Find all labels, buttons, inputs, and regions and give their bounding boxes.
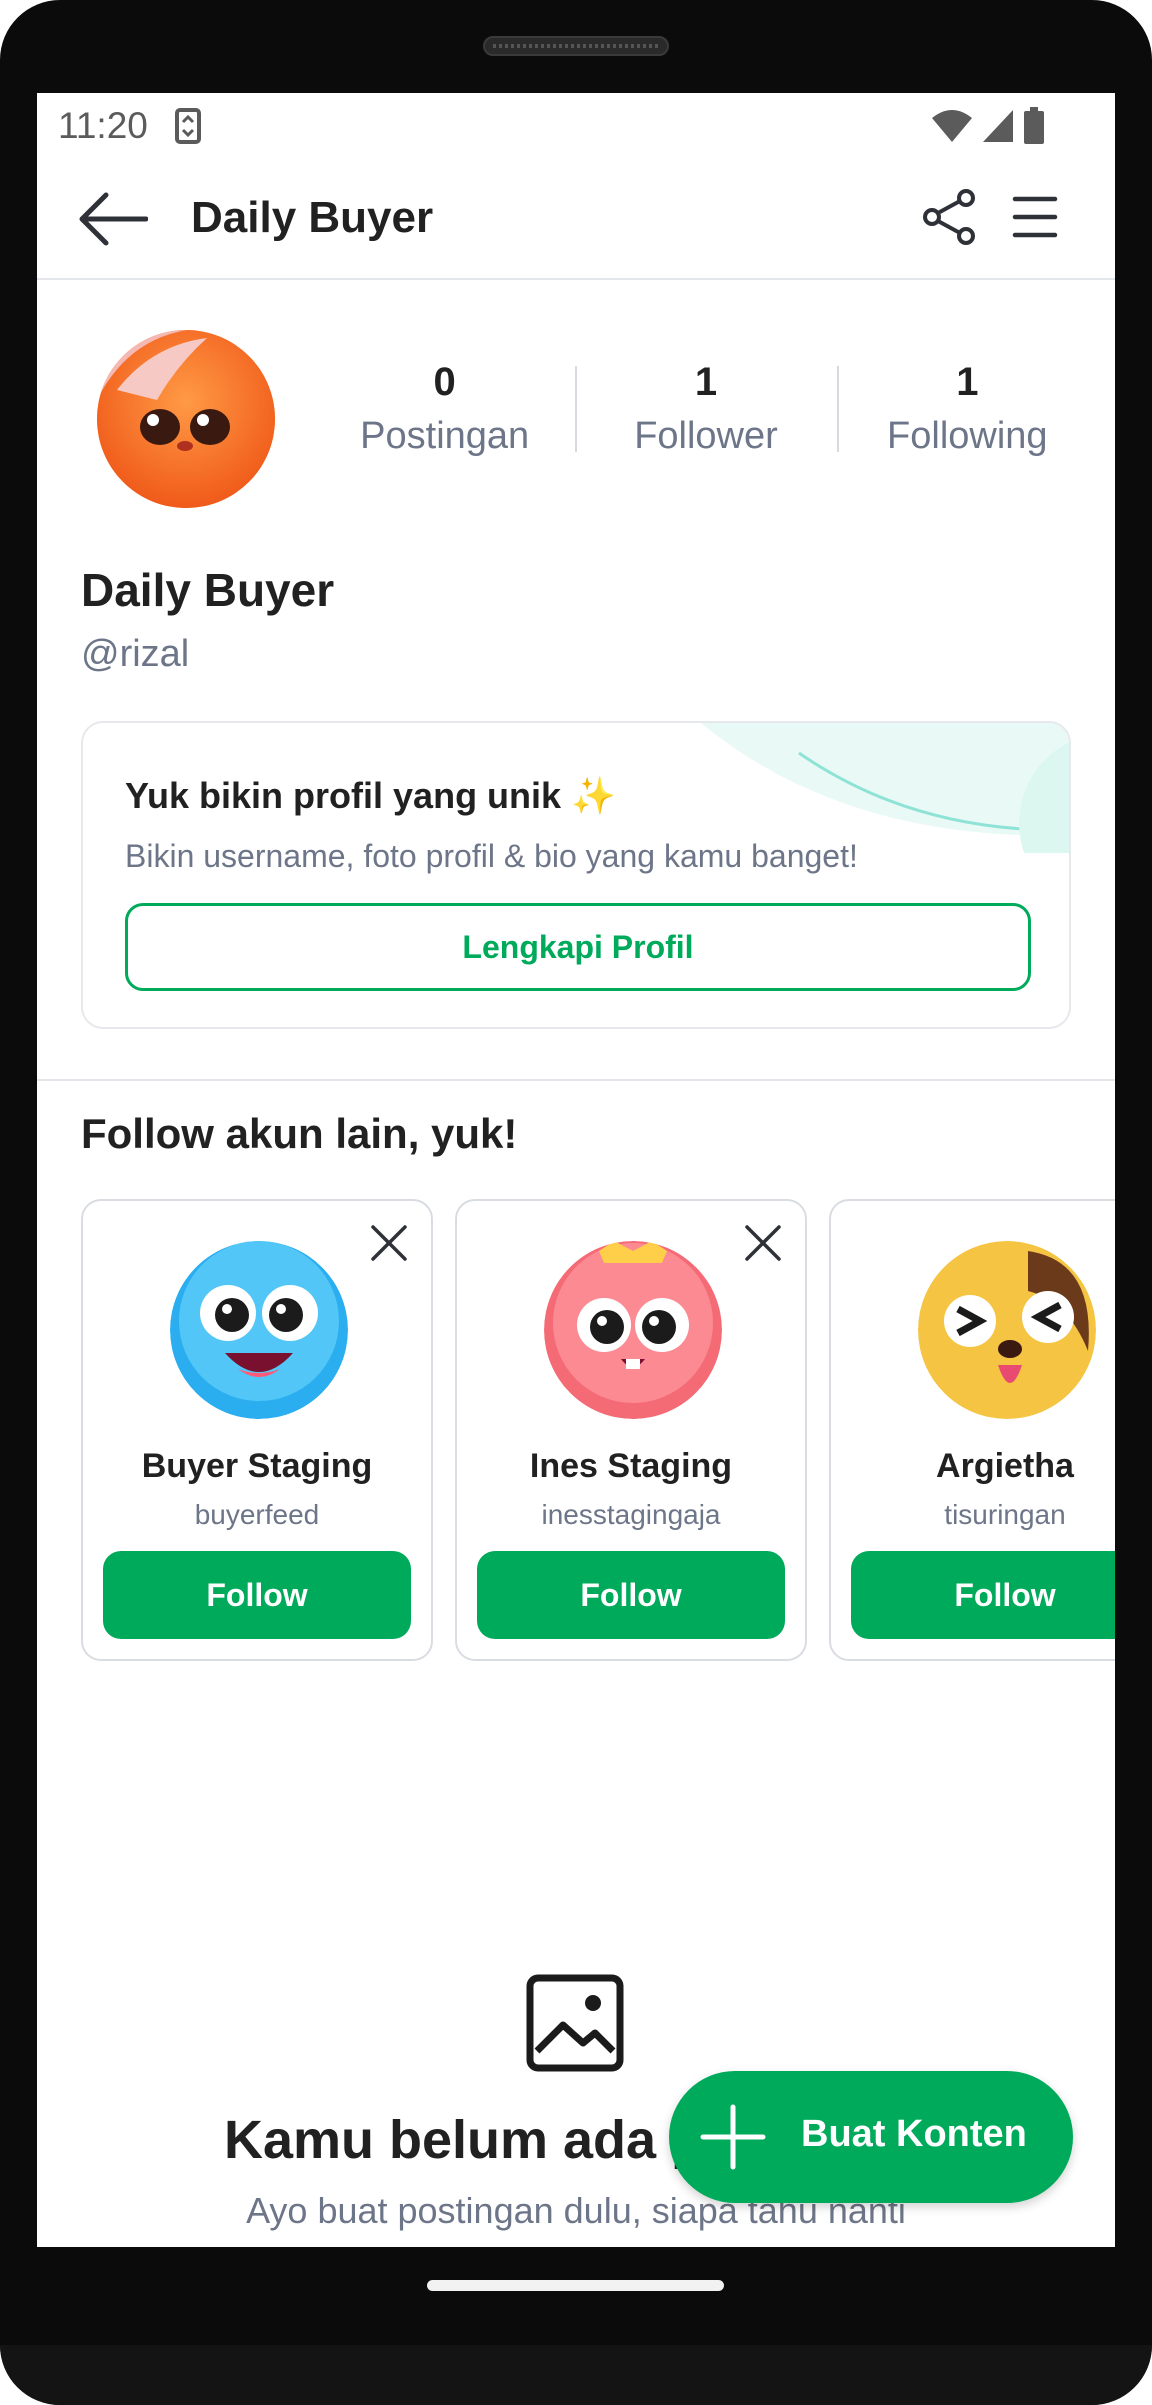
hamburger-menu-icon [1012, 196, 1058, 238]
suggested-account-avatar[interactable] [170, 1241, 348, 1419]
status-time: 11:20 [58, 105, 148, 146]
suggestions-title: Follow akun lain, yuk! [81, 1110, 518, 1157]
page-title: Daily Buyer [191, 193, 434, 242]
image-icon [525, 1973, 625, 2073]
section-divider [37, 1079, 1115, 1081]
stat-value: 1 [956, 360, 979, 404]
dismiss-button[interactable] [367, 1221, 411, 1265]
follow-button[interactable]: Follow [477, 1551, 785, 1639]
suggestions-carousel[interactable]: Buyer Staging buyerfeed Follow Ines Stag… [81, 1199, 1115, 1661]
close-icon [745, 1225, 781, 1261]
menu-button[interactable] [1005, 187, 1065, 247]
follow-button[interactable]: Follow [103, 1551, 411, 1639]
stat-label: Postingan [360, 415, 530, 457]
battery-icon [1023, 107, 1045, 150]
signal-icon [981, 108, 1015, 149]
suggested-account-card: Ines Staging inesstagingaja Follow [455, 1199, 807, 1661]
card-decoration [700, 723, 1069, 853]
back-button[interactable] [75, 189, 149, 249]
status-bar: 11:20 [37, 93, 1115, 159]
suggested-account-avatar[interactable] [918, 1241, 1096, 1419]
suggested-account-name: Argietha [936, 1447, 1074, 1485]
profile-avatar[interactable] [97, 330, 275, 508]
earpiece-speaker [483, 36, 669, 56]
suggested-account-card: Argietha tisuringan Follow [829, 1199, 1115, 1661]
card-title: Yuk bikin profil yang unik ✨ [125, 775, 616, 816]
dismiss-button[interactable] [741, 1221, 785, 1265]
stat-postingan[interactable]: 0 Postingan [314, 358, 575, 478]
suggested-account-username: tisuringan [944, 1499, 1066, 1530]
share-icon [923, 189, 975, 245]
suggested-account-card: Buyer Staging buyerfeed Follow [81, 1199, 433, 1661]
status-icons [931, 107, 1045, 150]
share-button[interactable] [920, 187, 980, 247]
close-icon [371, 1225, 407, 1261]
stat-follower[interactable]: 1 Follower [575, 358, 836, 478]
create-content-label: Buat Konten [801, 2113, 1027, 2155]
create-content-button[interactable]: Buat Konten [669, 2071, 1073, 2203]
stat-label: Follower [634, 415, 778, 457]
complete-profile-button[interactable]: Lengkapi Profil [125, 903, 1031, 991]
stat-value: 1 [694, 360, 718, 404]
phone-frame: 11:20 Daily Buyer 0 Postingan 1 Follower… [0, 0, 1152, 2405]
follow-button[interactable]: Follow [851, 1551, 1115, 1639]
plus-icon [700, 2104, 766, 2170]
stat-value: 0 [433, 360, 456, 404]
profile-name: Daily Buyer [81, 564, 335, 616]
complete-profile-card: Yuk bikin profil yang unik ✨ Bikin usern… [81, 721, 1071, 1029]
card-subtitle: Bikin username, foto profil & bio yang k… [125, 838, 858, 874]
stat-label: Following [887, 415, 1048, 457]
profile-stats: 0 Postingan 1 Follower 1 Following [314, 358, 1098, 478]
suggested-account-name: Ines Staging [529, 1447, 733, 1485]
screen: 11:20 Daily Buyer 0 Postingan 1 Follower… [37, 93, 1115, 2247]
stat-following[interactable]: 1 Following [836, 358, 1098, 478]
sync-icon [174, 106, 202, 151]
arrow-left-icon [79, 192, 148, 246]
suggested-account-username: inesstagingaja [541, 1499, 721, 1530]
suggested-account-name: Buyer Staging [141, 1447, 373, 1485]
suggested-account-avatar[interactable] [544, 1241, 722, 1419]
home-indicator[interactable] [427, 2280, 724, 2291]
wifi-icon [931, 108, 973, 149]
app-bar: Daily Buyer [37, 159, 1115, 280]
suggested-account-username: buyerfeed [194, 1499, 320, 1530]
phone-bottom-bezel [0, 2345, 1152, 2405]
profile-handle: @rizal [81, 633, 190, 675]
